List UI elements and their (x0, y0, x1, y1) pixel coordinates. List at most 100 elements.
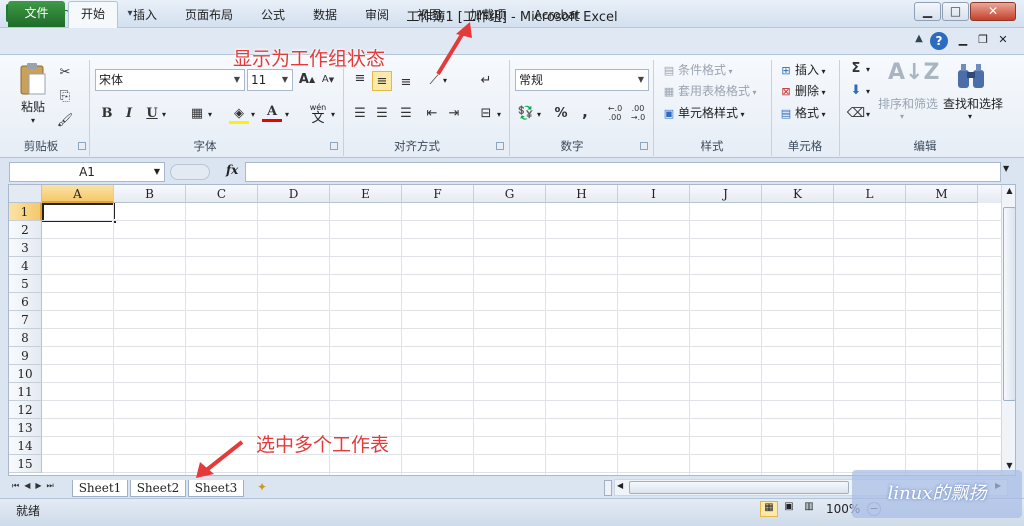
sheet-nav-icons[interactable]: ⏮◀▶⏭ (12, 481, 59, 491)
bold-button[interactable]: B (97, 104, 117, 124)
phonetic-button[interactable]: wén 文 (306, 103, 330, 126)
phonetic-dropdown-icon[interactable]: ▾ (331, 110, 335, 119)
row-header-10[interactable]: 10 (9, 365, 42, 383)
comma-button[interactable]: , (575, 102, 595, 122)
tab-formulas[interactable]: 公式 (250, 4, 296, 27)
align-right-icon[interactable]: ☰ (396, 104, 416, 124)
scroll-left-icon[interactable]: ◀ (617, 481, 623, 490)
format-as-table-button[interactable]: ▦ 套用表格格式 ▾ (660, 82, 770, 102)
horizontal-scroll-thumb[interactable] (629, 481, 849, 494)
column-header-i[interactable]: I (618, 185, 690, 203)
font-color-button[interactable]: A (262, 102, 282, 122)
row-header-14[interactable]: 14 (9, 437, 42, 455)
minimize-button[interactable]: ▁ (914, 2, 941, 21)
format-painter-icon[interactable]: 🖌 (55, 111, 75, 131)
percent-button[interactable]: % (551, 104, 571, 124)
column-header-g[interactable]: G (474, 185, 546, 203)
merge-dropdown-icon[interactable]: ▾ (497, 110, 501, 119)
column-header-f[interactable]: F (402, 185, 474, 203)
tab-review[interactable]: 审阅 (354, 4, 400, 27)
worksheet-grid[interactable]: ▲ ▼ A B C D E F G H I J K L M 1 2 3 4 5 6 7 8 9 10 11 12 13 14 15 (8, 184, 1016, 476)
fill-color-icon[interactable]: ◈ (229, 104, 249, 124)
column-header-c[interactable]: C (186, 185, 258, 203)
row-header-5[interactable]: 5 (9, 275, 42, 293)
sheet-tab-3[interactable]: Sheet3 (188, 480, 244, 497)
number-launcher-icon[interactable] (640, 142, 648, 150)
tab-page-layout[interactable]: 页面布局 (176, 4, 242, 27)
align-center-icon[interactable]: ☰ (372, 104, 392, 124)
row-header-6[interactable]: 6 (9, 293, 42, 311)
column-header-e[interactable]: E (330, 185, 402, 203)
find-dropdown-icon[interactable]: ▾ (968, 112, 972, 121)
row-header-9[interactable]: 9 (9, 347, 42, 365)
increase-indent-icon[interactable]: ⇥ (444, 104, 464, 124)
page-break-view-icon[interactable]: ▥ (800, 501, 818, 517)
paste-dropdown-icon[interactable]: ▾ (26, 116, 40, 125)
row-header-2[interactable]: 2 (9, 221, 42, 239)
cell-styles-button[interactable]: ▣ 单元格样式 ▾ (660, 104, 768, 124)
doc-close-icon[interactable]: ✕ (996, 33, 1010, 47)
decrease-indent-icon[interactable]: ⇤ (422, 104, 442, 124)
find-select-label[interactable]: 查找和选择 (941, 96, 1005, 112)
copy-icon[interactable]: ⎘ (55, 87, 75, 107)
row-header-4[interactable]: 4 (9, 257, 42, 275)
tab-data[interactable]: 数据 (302, 4, 348, 27)
column-header-d[interactable]: D (258, 185, 330, 203)
font-launcher-icon[interactable] (330, 142, 338, 150)
clipboard-launcher-icon[interactable] (78, 142, 86, 150)
currency-dropdown-icon[interactable]: ▾ (537, 110, 541, 119)
name-box[interactable]: A1 ▼ (9, 162, 165, 182)
number-format-combo[interactable]: 常规 ▼ (515, 69, 649, 91)
sort-filter-dropdown-icon[interactable]: ▾ (900, 112, 904, 121)
grow-font-icon[interactable]: A▲ (297, 70, 317, 90)
merge-center-icon[interactable]: ⊟ (476, 104, 496, 124)
autosum-dropdown-icon[interactable]: ▾ (866, 65, 870, 74)
select-all-corner[interactable] (9, 185, 42, 203)
clear-icon[interactable]: ⌫ (846, 104, 866, 124)
row-header-15[interactable]: 15 (9, 455, 42, 473)
fill-icon[interactable]: ⬇ (846, 81, 866, 101)
alignment-launcher-icon[interactable] (496, 142, 504, 150)
insert-sheet-icon[interactable]: ✦ (252, 480, 272, 496)
border-dropdown-icon[interactable]: ▾ (208, 110, 212, 119)
find-icon[interactable] (955, 62, 987, 92)
column-header-b[interactable]: B (114, 185, 186, 203)
tab-file[interactable]: 文件 (8, 1, 65, 27)
increase-decimal-icon[interactable]: ←.0.00 (605, 104, 625, 124)
maximize-button[interactable]: □ (942, 2, 969, 21)
row-header-13[interactable]: 13 (9, 419, 42, 437)
format-cells-button[interactable]: ▤ 格式 ▾ (777, 104, 837, 124)
sheet-tab-2[interactable]: Sheet2 (130, 480, 186, 497)
row-header-11[interactable]: 11 (9, 383, 42, 401)
column-header-h[interactable]: H (546, 185, 618, 203)
font-color-dropdown-icon[interactable]: ▾ (285, 110, 289, 119)
paste-button[interactable]: 粘贴 (14, 98, 52, 116)
column-header-m[interactable]: M (906, 185, 978, 203)
sort-filter-icon[interactable]: A↓Z (888, 60, 939, 94)
page-layout-view-icon[interactable]: ▣ (780, 501, 798, 517)
align-left-icon[interactable]: ☰ (350, 104, 370, 124)
paste-icon[interactable] (18, 62, 48, 96)
clear-dropdown-icon[interactable]: ▾ (866, 110, 870, 119)
fill-dropdown-icon[interactable]: ▾ (866, 87, 870, 96)
row-header-12[interactable]: 12 (9, 401, 42, 419)
delete-cells-button[interactable]: ⊠ 删除 ▾ (777, 82, 837, 102)
doc-restore-icon[interactable]: ❐ (976, 33, 990, 47)
currency-icon[interactable]: 💱 (516, 104, 536, 124)
underline-dropdown-icon[interactable]: ▾ (162, 110, 166, 119)
autosum-button[interactable]: Σ (846, 59, 866, 79)
tab-home[interactable]: 开始 (68, 1, 118, 28)
font-size-combo[interactable]: 11 ▼ (247, 69, 293, 91)
align-bottom-icon[interactable]: ≡ (396, 73, 416, 93)
scroll-up-icon[interactable]: ▲ (1003, 186, 1015, 200)
tab-split-handle[interactable] (604, 480, 612, 496)
cut-icon[interactable]: ✂ (55, 63, 75, 83)
help-icon[interactable]: ? (930, 32, 948, 50)
align-middle-icon[interactable]: ≡ (372, 71, 392, 91)
doc-minimize-icon[interactable]: ▁ (956, 33, 970, 47)
row-header-3[interactable]: 3 (9, 239, 42, 257)
align-top-icon[interactable]: ≡ (350, 69, 370, 89)
sheet-tab-1[interactable]: Sheet1 (72, 480, 128, 497)
formula-input[interactable] (245, 162, 1001, 182)
row-header-1[interactable]: 1 (9, 203, 42, 221)
